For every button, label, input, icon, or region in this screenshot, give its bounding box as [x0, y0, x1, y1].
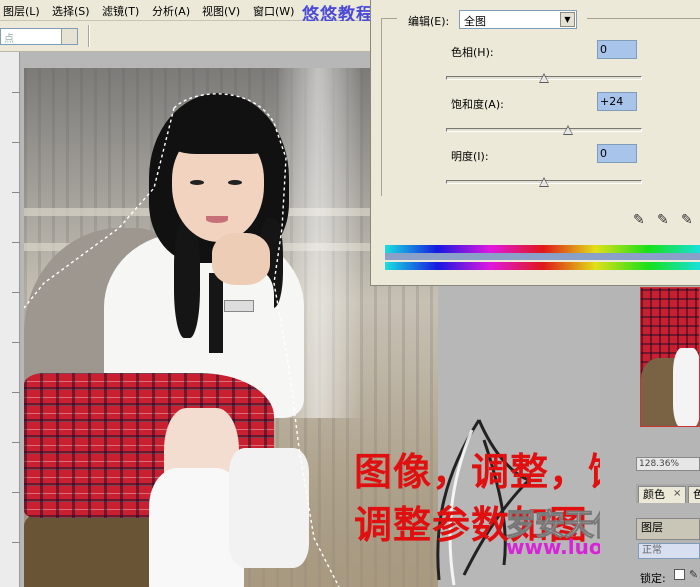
chevron-down-icon[interactable] [61, 29, 77, 44]
saturation-slider-track[interactable] [446, 128, 642, 132]
hue-input[interactable]: 0 [597, 40, 637, 59]
hue-label: 色相(H): [451, 46, 494, 59]
saturation-label: 饱和度(A): [451, 98, 504, 111]
tab-swatches[interactable]: 色 [688, 486, 700, 503]
lock-label: 锁定: [640, 572, 666, 585]
brush-lock-icon[interactable]: ✎ [689, 568, 698, 581]
close-icon[interactable]: × [673, 488, 681, 499]
options-combo[interactable]: 点 [0, 28, 78, 45]
edit-range-select[interactable]: 全图 ▼ [459, 10, 577, 29]
eyedropper-minus-icon[interactable]: ✎ [681, 212, 693, 228]
zoom-level-field[interactable]: 128.36% [636, 457, 700, 471]
menu-window[interactable]: 窗口(W) [253, 3, 294, 19]
eyedropper-plus-icon[interactable]: ✎ [657, 212, 669, 228]
menu-filter[interactable]: 滤镜(T) [102, 3, 139, 19]
hue-saturation-dialog: 编辑(E): 全图 ▼ 色相(H): 0 饱和度(A): +24 明度(I): … [370, 0, 700, 286]
options-combo-value: 点 [4, 34, 14, 45]
lock-transparent-checkbox[interactable] [674, 569, 685, 580]
tab-layers[interactable]: 图层 [636, 518, 700, 540]
eyedropper-icon[interactable]: ✎ [633, 212, 645, 228]
color-spectrum-bottom [385, 262, 700, 270]
menu-select[interactable]: 选择(S) [52, 3, 90, 19]
vertical-ruler [0, 52, 20, 587]
chevron-down-icon[interactable]: ▼ [560, 12, 575, 27]
tab-color-label: 颜色 [643, 488, 665, 501]
adjustment-group [381, 18, 700, 196]
menu-view[interactable]: 视图(V) [202, 3, 240, 19]
lightness-slider-thumb[interactable] [539, 177, 549, 187]
color-spectrum-top [385, 245, 700, 253]
edit-range-value: 全图 [464, 15, 486, 28]
lightness-label: 明度(I): [451, 150, 489, 163]
lightness-input[interactable]: 0 [597, 144, 637, 163]
navigator-thumbnail[interactable] [640, 287, 700, 427]
blend-mode-select[interactable]: 正常 [638, 543, 700, 559]
hue-slider-thumb[interactable] [539, 73, 549, 83]
saturation-input[interactable]: +24 [597, 92, 637, 111]
menu-analysis[interactable]: 分析(A) [152, 3, 190, 19]
options-separator [88, 25, 90, 47]
color-range-bar [385, 253, 700, 260]
menu-layer[interactable]: 图层(L) [3, 3, 40, 19]
options-bar: 点 [0, 21, 380, 52]
saturation-slider-thumb[interactable] [562, 125, 573, 135]
edit-label: 编辑(E): [408, 15, 450, 28]
